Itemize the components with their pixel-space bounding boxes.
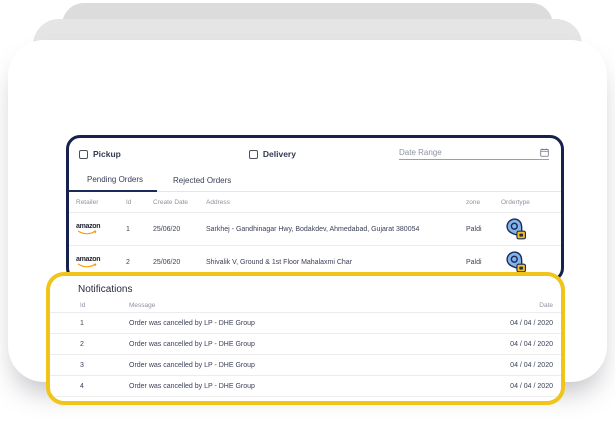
notifications-table-header: Id Message Date — [50, 298, 561, 313]
calendar-icon[interactable] — [540, 148, 549, 157]
tab-pending-orders[interactable]: Pending Orders — [69, 168, 158, 192]
notif-message: Order was cancelled by LP - DHE Group — [129, 319, 255, 327]
notif-date: 04 / 04 / 2020 — [510, 382, 553, 390]
orders-table-header: Retailer Id Create Date Address zone Ord… — [69, 192, 561, 213]
amazon-logo: amazon — [76, 256, 110, 268]
notif-id: 1 — [80, 319, 84, 327]
filter-row: Pickup Delivery Date Range — [69, 138, 561, 168]
notif-header-message: Message — [129, 301, 156, 309]
order-id: 1 — [126, 225, 130, 233]
main-card: Pickup Delivery Date Range Pending Order… — [8, 40, 607, 405]
page: Pickup Delivery Date Range Pending Order… — [0, 0, 615, 421]
order-id: 2 — [126, 258, 130, 266]
header-create-date: Create Date — [153, 198, 189, 206]
amazon-logo: amazon — [76, 223, 110, 235]
notif-date: 04 / 04 / 2020 — [510, 340, 553, 348]
notif-id: 2 — [80, 340, 84, 348]
notif-date: 04 / 04 / 2020 — [510, 319, 553, 327]
tab-rejected-orders-label: Rejected Orders — [173, 175, 232, 185]
date-range-input[interactable]: Date Range — [399, 148, 549, 160]
order-zone: Paldi — [466, 225, 482, 233]
amazon-smile-icon — [77, 263, 97, 268]
delivery-filter: Delivery — [248, 149, 296, 159]
header-address: Address — [206, 198, 230, 206]
order-deliver: Express — [548, 259, 561, 266]
notification-row: 3 Order was cancelled by LP - DHE Group … — [50, 355, 561, 376]
order-row: amazon 1 25/06/20 Sarkhej - Gandhinagar … — [69, 213, 561, 246]
notif-header-id: Id — [80, 301, 86, 309]
notification-row: 4 Order was cancelled by LP - DHE Group … — [50, 376, 561, 397]
delivery-checkbox[interactable] — [248, 149, 258, 159]
notifications-panel: Notifications Id Message Date 1 Order wa… — [46, 272, 565, 405]
pickup-label: Pickup — [93, 149, 121, 159]
tab-rejected-orders[interactable]: Rejected Orders — [157, 168, 247, 192]
order-pin-icon[interactable] — [505, 217, 528, 241]
pickup-checkbox[interactable] — [79, 149, 88, 159]
notif-id: 4 — [80, 382, 84, 390]
header-deliver: Deliver — [548, 199, 561, 206]
notif-message: Order was cancelled by LP - DHE Group — [129, 382, 255, 390]
notif-message: Order was cancelled by LP - DHE Group — [129, 361, 255, 369]
header-ordertype: Ordertype — [501, 198, 530, 206]
order-zone: Paldi — [466, 258, 482, 266]
order-create-date: 25/06/20 — [153, 258, 181, 266]
header-zone: zone — [466, 198, 481, 206]
pickup-filter: Pickup — [79, 149, 121, 159]
tab-pending-orders-label: Pending Orders — [87, 174, 144, 184]
orders-tabs: Pending Orders Rejected Orders — [69, 168, 561, 192]
date-range-placeholder: Date Range — [399, 148, 442, 157]
orders-panel: Pickup Delivery Date Range Pending Order… — [66, 135, 564, 282]
order-address: Shivalik V, Ground & 1st Floor Mahalaxmi… — [206, 258, 353, 266]
notification-row: 2 Order was cancelled by LP - DHE Group … — [50, 334, 561, 355]
notif-message: Order was cancelled by LP - DHE Group — [129, 340, 255, 348]
order-address: Sarkhej - Gandhinagar Hwy, Bodakdev, Ahm… — [206, 225, 420, 233]
delivery-label: Delivery — [262, 149, 296, 159]
notif-header-date: Date — [539, 301, 553, 309]
header-id: Id — [126, 198, 132, 206]
notification-row: 1 Order was cancelled by LP - DHE Group … — [50, 313, 561, 334]
order-create-date: 25/06/20 — [153, 225, 181, 233]
notif-id: 3 — [80, 361, 84, 369]
notifications-title: Notifications — [78, 284, 133, 295]
order-pin-icon[interactable] — [505, 250, 528, 274]
amazon-smile-icon — [77, 230, 97, 235]
notif-date: 04 / 04 / 2020 — [510, 361, 553, 369]
order-deliver: - — [548, 226, 561, 233]
header-retailer: Retailer — [76, 198, 99, 206]
